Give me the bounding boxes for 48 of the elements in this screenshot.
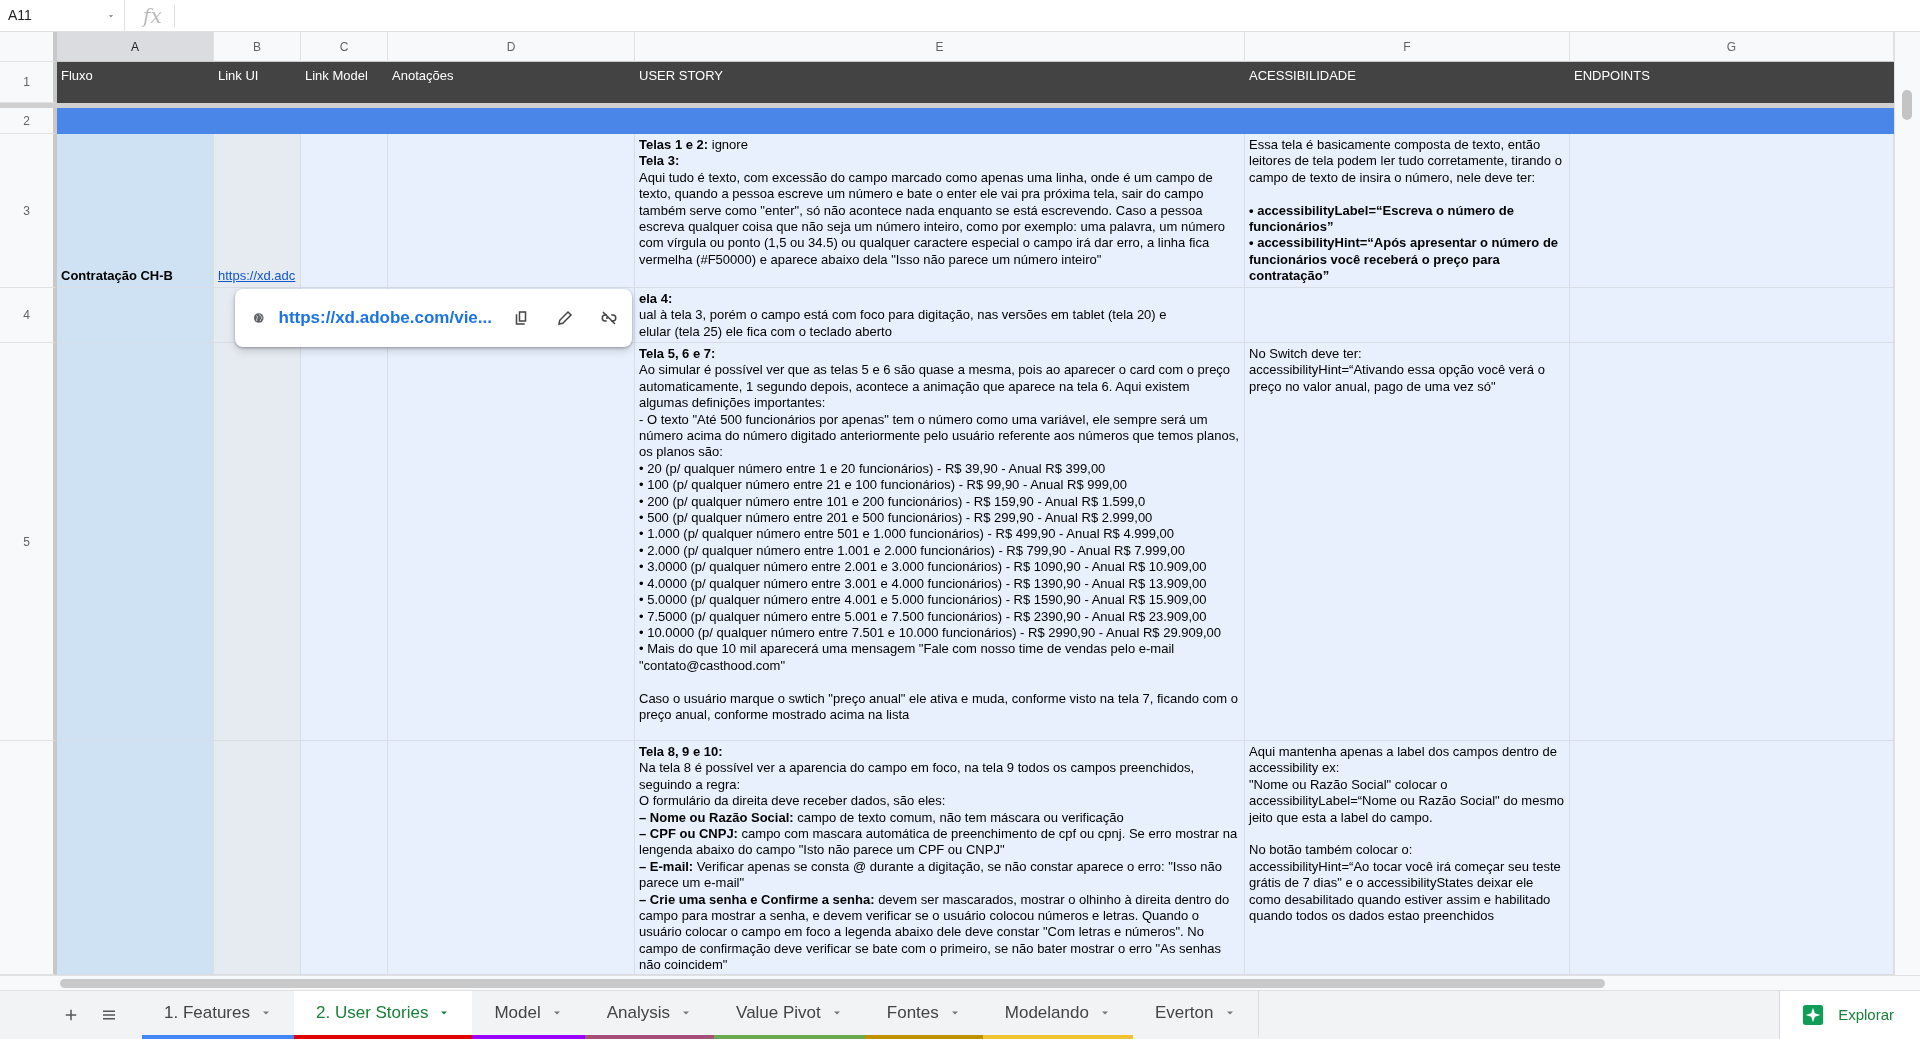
horizontal-scrollbar[interactable] bbox=[0, 975, 1920, 990]
cell-reference: A11 bbox=[8, 6, 32, 25]
table-cell: Aqui mantenha apenas a label dos campos dentro de accessibility ex: "Nome ou Razão Social" colocar o accessibilityLabel=“Nome ou Razão Social" do mesmo jeito que esta a label do campo. No botão também colocar o: accessibilityHint=“Ao tocar você irá começar seu teste grátis de 7 dias" e o accessibilityStates deixar ele como desabilitado quando estiver assim e habilitado quando todos os dados estao preenchidos bbox=[1245, 741, 1570, 975]
formula-label: fx bbox=[125, 4, 175, 27]
table-cell: Essa tela é basicamente composta de texto, então leitores de tela podem ler tudo corretamente, tirando o campo de texto de insira o número, nele deve ter: • accessibilityLabel=“Escreva o número de funcionários” • accessibilityHint=“Após apresentar o número de funcionários você receberá o preço para contratação” bbox=[1245, 134, 1570, 288]
sparkle-icon bbox=[1802, 1004, 1825, 1026]
row-header[interactable] bbox=[0, 741, 57, 975]
table-cell: Tela 5, 6 e 7: Ao simular é possível ver que as telas 5 e 6 são quase a mesma, pois ao aparecer o card com o preço automaticamente, 1 segundo depois, acontece a animação que aparece na tela 6. Aqui existem algumas definições importantes: - O texto "Até 500 funcionários por apenas" tem o número como uma variável, ele sempre será um número acima do número digitado anteriormente pelo usuário referente aos números que temos planos, os planos são: • 20 (p/ qualquer número entre 1 e 20 funcionários) - R$ 39,90 - Anual R$ 399,00 • 100 (p/ qualquer número entre 21 e 100 funcionários) - R$ 99,90 - Anual R$ 999,00 • 200 (p/ qualquer número entre 101 e 200 funcionários) - R$ 159,90 - Anual R$ 1.599,0 • 500 (p/ qualquer número entre 201 e 500 funcionários) - R$ 299,90 - Anual R$ 2.999,00 • 1.000 (p/ qualquer número entre 501 e 1.000 funcionários) - R$ 499,90 - Anual R$ 4.999,00 • 2.000 (p/ qualquer número entre 1.001 e 2.000 funcionários) - R$ 799,90 - Anual R$ 7.999,00 • 3.0000 (p/ qualquer número entre 2.001 e 3.000 funcionários) - R$ 1090,90 - Anual R$ 10.909,00 • 4.0000 (p/ qualquer número entre 3.001 e 4.000 funcionários) - R$ 1390,90 - Anual R$ 13.909,00 • 5.0000 (p/ qualquer número entre 4.001 e 5.000 funcionários) - R$ 1590,90 - Anual R$ 15.909,00 • 7.5000 (p/ qualquer número entre 5.001 e 7.500 funcionários) - R$ 2390,90 - Anual R$ 23.909,00 • 10.0000 (p/ qualquer número entre 7.501 e 10.000 funcionários) - R$ 2990,90 - Anual R$ 29.909,00 • Mais do que 10 mil aparecerá uma mensagem "Fale com nosso time de vendas pelo e-mail "contato@casthood.com" Caso o usuário marque o swtich "preço anual" ele ativa e muda, conforme visto na tela 7, ficando com o preço anual, conforme mostrado acima na lista bbox=[635, 343, 1245, 741]
select-all-corner[interactable] bbox=[0, 32, 57, 62]
row-header[interactable]: 3 bbox=[0, 134, 57, 288]
row-header[interactable]: 5 bbox=[0, 343, 57, 741]
row-header[interactable]: 2 bbox=[0, 108, 57, 134]
sheet-tab[interactable]: Fontes bbox=[864, 991, 983, 1039]
header-cell: Anotações bbox=[388, 62, 635, 103]
table-cell: Contratação CH-B bbox=[57, 134, 214, 288]
sheet-tab[interactable]: Model bbox=[472, 991, 585, 1039]
table-cell: Telas 1 e 2: ignore Tela 3: Aqui tudo é texto, com excessão do campo marcado como apenas uma linha, onde é um campo de texto, quando a pessoa escreve um número e bate o enter ele vai pra próxima tela, sair do campo também serve como "enter", só não acontece nada enquanto se está escrevendo. Caso a pessoa escreva qualquer coisa que não seja um número inteiro, como por exemplo: uma palavra, um número com vírgula ou ponto (1,5 ou 34.5) ou qualquer caractere especial o campo irá dar erro, a linha fica vermelha (#F50000) e aparece abaixo dela "Isso não parece um número inteiro" bbox=[635, 134, 1245, 288]
sheet-tab[interactable]: 2. User Stories bbox=[294, 991, 473, 1039]
pencil-icon bbox=[556, 308, 574, 328]
column-header[interactable]: E bbox=[635, 32, 1245, 62]
header-cell: ACESSIBILIDADE bbox=[1245, 62, 1570, 103]
column-header[interactable]: C bbox=[301, 32, 388, 62]
sheet-tab[interactable]: Everton bbox=[1132, 991, 1259, 1039]
table-cell: Tela 8, 9 e 10: Na tela 8 é possível ver a aparencia do campo em foco, na tela 9 todos os campos preenchidos, seguindo a regra: O formulário da direita deve receber dados, são eles: – Nome ou Razão Social: campo de texto comum, não tem máscara ou verificação – CPF ou CNPJ: campo com mascara automática de preenchimento de cpf ou cpnj. Se erro mostrar na lengenda abaixo do campo "Isto não parece um CPF ou CNPJ" – E-mail: Verificar apenas se consta @ durante a digitação, se não constar aparece o erro: "Isso não parece um e-mail" – Crie uma senha e Confirme a senha: devem ser mascarados, mostrar o olhinho à direita dentro do campo para mostrar a senha, e devem verificar se o usuário colocou números e letras. Quando o usuário colocar o campo em foco a legenda abaixo dele deve constar "Com letras e números". No campo de confirmação deve verificar se bate com o primeiro, se não bater mostrar o erro "As senhas não coincidem" bbox=[635, 741, 1245, 975]
column-header[interactable]: G bbox=[1570, 32, 1894, 62]
header-cell: Fluxo bbox=[57, 62, 214, 103]
row-header[interactable]: 4 bbox=[0, 288, 57, 343]
sheet-tab[interactable]: Analysis bbox=[584, 991, 715, 1039]
column-header[interactable]: B bbox=[214, 32, 301, 62]
sheet-tab[interactable]: Value Pivot bbox=[714, 991, 865, 1039]
table-cell: ela 4: ual à tela 3, porém o campo está com foco para digitação, nas versões em tablet (tela 20) e elular (tela 25) ele fica com o teclado aberto bbox=[635, 288, 1245, 343]
header-cell: Link Model bbox=[301, 62, 388, 103]
explore-button[interactable]: Explorar bbox=[1779, 991, 1920, 1039]
row-header[interactable]: 1 bbox=[0, 62, 57, 103]
scrollbar-thumb[interactable] bbox=[1902, 90, 1912, 120]
column-header[interactable]: A bbox=[57, 32, 214, 62]
header-cell: Link UI bbox=[214, 62, 301, 103]
column-header[interactable]: D bbox=[388, 32, 635, 62]
link[interactable]: https://xd.adc bbox=[218, 267, 296, 284]
header-cell: USER STORY bbox=[635, 62, 1245, 103]
vertical-scrollbar[interactable] bbox=[1894, 32, 1920, 975]
scrollbar-thumb[interactable] bbox=[60, 979, 1605, 988]
header-cell: ENDPOINTS bbox=[1570, 62, 1894, 103]
sheet-tab[interactable]: Modelando bbox=[982, 991, 1133, 1039]
table-cell: No Switch deve ter: accessibilityHint=“Ativando essa opção você verá o preço no valor anual, pago de uma vez só" bbox=[1245, 343, 1570, 741]
name-box[interactable]: A11 bbox=[0, 0, 125, 31]
link[interactable]: https://xd.adobe.com/vie... bbox=[278, 305, 492, 331]
column-header[interactable]: F bbox=[1245, 32, 1570, 62]
